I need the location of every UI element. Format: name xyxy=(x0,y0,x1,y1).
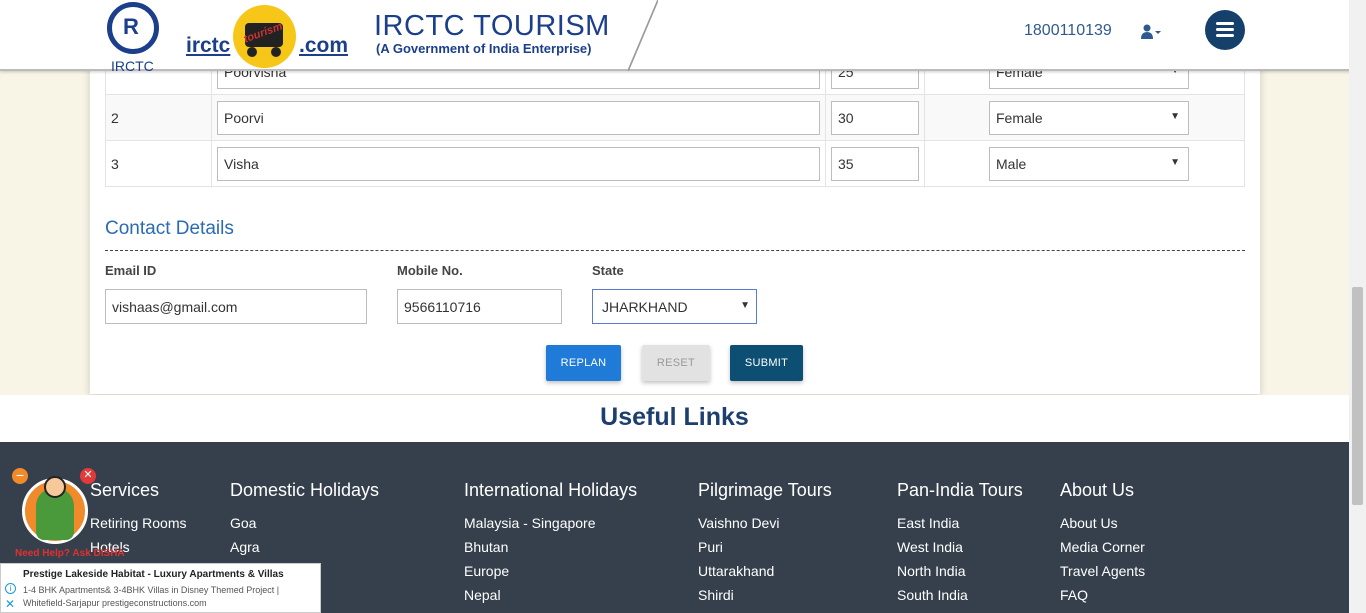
state-value: JHARKHAND xyxy=(602,298,688,315)
menu-bar xyxy=(1216,28,1234,31)
footer-column-international: International Holidays Malaysia - Singap… xyxy=(464,480,637,607)
replan-button[interactable]: REPLAN xyxy=(546,345,621,381)
footer-link[interactable]: West India xyxy=(897,535,1023,559)
logo-mark: R xyxy=(123,14,139,39)
footer-link[interactable]: Agra xyxy=(230,535,379,559)
menu-bar xyxy=(1216,22,1234,25)
menu-bar xyxy=(1216,34,1234,37)
footer-link[interactable]: Bhutan xyxy=(464,535,637,559)
footer-link[interactable]: Puri xyxy=(698,535,832,559)
gender-value: Male xyxy=(996,155,1027,172)
footer-link[interactable]: South India xyxy=(897,583,1023,607)
close-icon[interactable]: ✕ xyxy=(80,468,96,484)
hamburger-menu-button[interactable] xyxy=(1205,10,1245,50)
column-heading: Domestic Holidays xyxy=(230,480,380,500)
footer-link[interactable]: Goa xyxy=(230,511,379,535)
ad-text: 1-4 BHK Apartments& 3-4BHK Villas in Dis… xyxy=(23,585,280,595)
footer-link[interactable]: Nepal xyxy=(464,583,637,607)
mobile-field[interactable]: 9566110716 xyxy=(397,289,562,324)
chevron-down-icon: ▼ xyxy=(740,300,750,311)
contact-details-heading: Contact Details xyxy=(105,218,234,239)
footer-link[interactable]: Media Corner xyxy=(1060,535,1145,559)
disha-caption[interactable]: Need Help? Ask DISHA xyxy=(15,548,125,559)
chevron-down-icon: ▼ xyxy=(1170,156,1180,168)
state-label: State xyxy=(592,263,624,278)
scrollbar-thumb[interactable] xyxy=(1352,287,1363,505)
ad-headline[interactable]: Prestige Lakeside Habitat - Luxury Apart… xyxy=(23,569,284,580)
column-heading: International Holidays xyxy=(464,480,638,500)
footer-link[interactable]: Vaishno Devi xyxy=(698,511,832,535)
chevron-down-icon: ▼ xyxy=(1170,110,1180,122)
table-row: 3 Visha 35 Male ▼ xyxy=(105,140,1245,187)
site-subtitle: (A Government of India Enterprise) xyxy=(376,41,592,56)
state-select[interactable]: JHARKHAND ▼ xyxy=(592,289,757,324)
passenger-name-input[interactable]: Visha xyxy=(217,146,820,181)
wheel-icon xyxy=(247,47,257,57)
close-icon[interactable]: ✕ xyxy=(5,598,15,610)
site-header: R IRCTC irctc tourism .com IRCTC TOURISM… xyxy=(0,0,1366,74)
footer-column-domestic: Domestic Holidays Goa Agra xyxy=(230,480,379,559)
passenger-no: 2 xyxy=(105,94,212,141)
footer-link[interactable]: Europe xyxy=(464,559,637,583)
column-heading: About Us xyxy=(1060,480,1135,500)
footer-link[interactable]: East India xyxy=(897,511,1023,535)
footer-link[interactable]: FAQ xyxy=(1060,583,1145,607)
useful-links-title: Useful Links xyxy=(600,403,749,431)
passenger-age-input[interactable]: 30 xyxy=(831,100,919,135)
passenger-name-input[interactable]: Poorvi xyxy=(217,100,820,135)
disha-head xyxy=(44,476,66,498)
ad-text: Whitefield-Sarjapur prestigeconstruction… xyxy=(23,598,207,608)
helpline-number[interactable]: 1800110139 xyxy=(1024,22,1112,40)
irctc-logo[interactable]: R IRCTC xyxy=(104,2,162,74)
reset-button[interactable]: RESET xyxy=(642,345,710,381)
divider xyxy=(105,250,1245,251)
logo-caption: IRCTC xyxy=(111,58,154,74)
header-divider xyxy=(628,0,658,71)
footer-link[interactable]: About Us xyxy=(1060,511,1145,535)
footer-column-pan-india: Pan-India Tours East India West India No… xyxy=(897,480,1023,607)
passenger-age-input[interactable]: 35 xyxy=(831,146,919,181)
site-title: IRCTC TOURISM xyxy=(374,10,610,42)
footer-link[interactable]: Malaysia - Singapore xyxy=(464,511,637,535)
info-icon[interactable]: i xyxy=(5,583,16,594)
useful-links-band: Useful Links xyxy=(0,395,1349,442)
email-field[interactable]: vishaas@gmail.com xyxy=(105,289,367,324)
minimize-icon[interactable]: − xyxy=(12,468,28,484)
column-heading: Pilgrimage Tours xyxy=(698,480,832,500)
footer-link[interactable]: Travel Agents xyxy=(1060,559,1145,583)
gender-value: Female xyxy=(996,109,1043,126)
disha-chatbot-widget[interactable]: − ✕ Need Help? Ask DISHA xyxy=(12,466,132,561)
user-dropdown-icon[interactable] xyxy=(1141,24,1161,40)
irctc-text-link[interactable]: irctc xyxy=(186,34,230,58)
column-heading: Pan-India Tours xyxy=(897,480,1023,500)
mobile-label: Mobile No. xyxy=(397,263,463,278)
passenger-gender-select[interactable]: Female ▼ xyxy=(989,100,1189,135)
wheel-icon xyxy=(271,47,281,57)
email-label: Email ID xyxy=(105,263,157,278)
dotcom-text-link[interactable]: .com xyxy=(299,34,348,58)
footer-link[interactable]: Uttarakhand xyxy=(698,559,832,583)
submit-button[interactable]: SUBMIT xyxy=(730,345,803,381)
footer-column-pilgrimage: Pilgrimage Tours Vaishno Devi Puri Uttar… xyxy=(698,480,832,607)
footer-link[interactable]: Shirdi xyxy=(698,583,832,607)
passenger-gender-select[interactable]: Male ▼ xyxy=(989,146,1189,181)
footer-column-about: About Us About Us Media Corner Travel Ag… xyxy=(1060,480,1145,607)
advertisement-banner[interactable]: Prestige Lakeside Habitat - Luxury Apart… xyxy=(0,563,321,613)
passenger-no: 3 xyxy=(105,140,212,187)
table-row: 2 Poorvi 30 Female ▼ xyxy=(105,94,1245,141)
footer-link[interactable]: North India xyxy=(897,559,1023,583)
tourism-train-logo[interactable]: tourism xyxy=(233,5,296,68)
